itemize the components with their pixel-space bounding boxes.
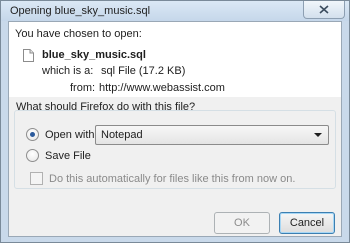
save-file-radio[interactable]	[26, 149, 39, 162]
auto-action-label: Do this automatically for files like thi…	[49, 172, 296, 185]
title-bar[interactable]: Opening blue_sky_music.sql	[1, 1, 349, 21]
intro-text: You have chosen to open:	[15, 28, 142, 40]
radio-selected-dot	[30, 132, 35, 137]
auto-action-option[interactable]: Do this automatically for files like thi…	[30, 172, 295, 185]
file-name: blue_sky_music.sql	[42, 49, 146, 61]
auto-action-checkbox[interactable]	[30, 172, 43, 185]
file-source-value: http://www.webassist.com	[99, 82, 225, 94]
open-with-option[interactable]: Open with	[26, 128, 95, 141]
chevron-down-icon	[314, 133, 322, 137]
open-with-label: Open with	[45, 128, 95, 141]
application-select[interactable]: Notepad	[95, 125, 329, 145]
close-button[interactable]	[303, 1, 345, 19]
save-file-option[interactable]: Save File	[26, 149, 91, 162]
file-type-value: sql File (17.2 KB)	[101, 65, 186, 77]
open-with-radio[interactable]	[26, 128, 39, 141]
window-title: Opening blue_sky_music.sql	[10, 5, 151, 17]
cancel-button[interactable]: Cancel	[279, 212, 335, 234]
close-icon	[319, 5, 329, 14]
file-source-label: from:	[70, 82, 96, 94]
file-info-pane: You have chosen to open: blue_sky_music.…	[9, 22, 341, 97]
file-type-label: which is a:	[42, 65, 94, 77]
save-file-label: Save File	[45, 149, 91, 162]
ok-button[interactable]: OK	[214, 212, 270, 234]
dialog-body: You have chosen to open: blue_sky_music.…	[8, 21, 342, 237]
file-icon	[23, 49, 34, 62]
application-select-value: Notepad	[101, 129, 143, 141]
download-dialog: Opening blue_sky_music.sql You have chos…	[0, 0, 350, 243]
